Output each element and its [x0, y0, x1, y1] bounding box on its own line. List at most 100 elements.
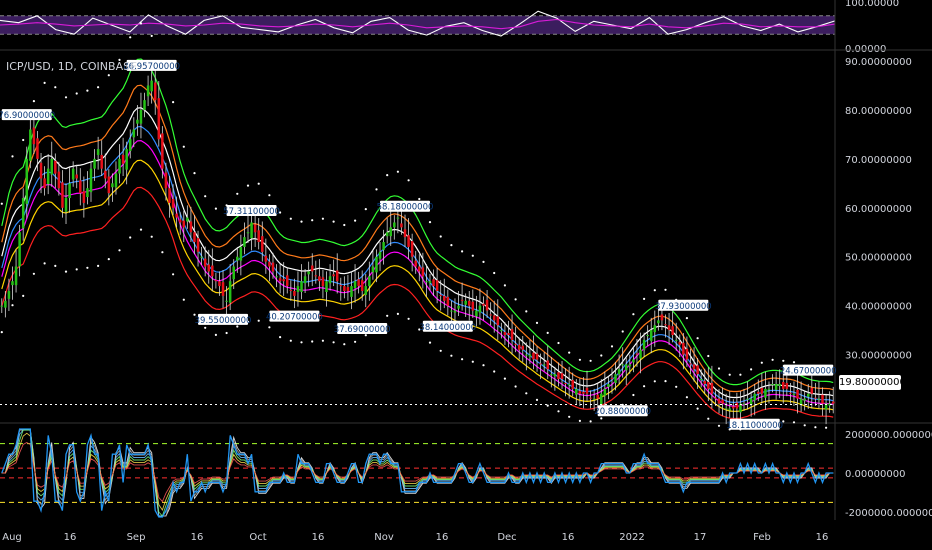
- candle-body: [289, 290, 293, 292]
- candle-body: [553, 374, 557, 377]
- candle-body: [200, 256, 203, 258]
- envelope-dot: [707, 417, 710, 420]
- envelope-dot: [600, 417, 603, 420]
- candle-body: [243, 237, 246, 247]
- candle-body: [525, 354, 528, 356]
- candle-body: [621, 364, 624, 366]
- candle-body: [293, 290, 296, 296]
- candle-body: [350, 286, 353, 297]
- candle-body: [789, 392, 792, 394]
- envelope-dot: [610, 345, 614, 348]
- candle-body: [396, 217, 400, 219]
- candle-body: [550, 374, 553, 376]
- candle-body: [186, 217, 189, 222]
- candle-body: [821, 394, 824, 404]
- envelope-dot: [653, 289, 656, 292]
- candle-body: [571, 380, 574, 389]
- candle-body: [635, 353, 639, 355]
- envelope-dot: [396, 312, 399, 315]
- x-tick-label: 2022: [619, 532, 644, 543]
- envelope-dot: [289, 339, 292, 342]
- envelope-dot: [386, 314, 389, 317]
- candle-body: [264, 255, 268, 262]
- candle-body: [104, 170, 107, 179]
- envelope-dot: [75, 92, 78, 95]
- candle-body: [435, 280, 439, 291]
- envelope-dot: [578, 419, 582, 422]
- candle-body: [792, 393, 796, 395]
- envelope-dot: [439, 235, 442, 238]
- candle-body: [318, 276, 321, 282]
- price-callout-label: 18.11000000: [726, 421, 783, 431]
- candle-body: [514, 343, 517, 345]
- candle-body: [296, 286, 300, 292]
- envelope-dot: [621, 330, 624, 333]
- candle-body: [339, 285, 343, 287]
- candle-body: [746, 398, 749, 400]
- candle-body: [125, 149, 128, 170]
- candle-body: [36, 138, 39, 159]
- candle-body: [632, 359, 635, 363]
- candle-body: [496, 316, 500, 326]
- x-tick-label: Sep: [127, 532, 146, 543]
- envelope-dot: [771, 358, 774, 361]
- candle-body: [325, 281, 328, 292]
- candle-body: [464, 300, 467, 305]
- candle-body: [335, 270, 339, 282]
- candle-body: [589, 397, 592, 399]
- envelope-dot: [214, 207, 217, 210]
- candle-body: [203, 258, 207, 267]
- candle-body: [32, 127, 36, 145]
- candle-body: [114, 173, 118, 188]
- osc-tick-label: -2000000.00000000: [845, 508, 932, 519]
- envelope-dot: [139, 228, 143, 231]
- candle-body: [439, 294, 442, 296]
- envelope-dot: [471, 254, 474, 257]
- candle-body: [221, 282, 225, 296]
- envelope-dot: [150, 34, 153, 38]
- candle-body: [107, 176, 111, 194]
- envelope-dot: [364, 208, 367, 211]
- envelope-dot: [782, 359, 785, 362]
- candle-body: [239, 246, 243, 261]
- candle-body: [132, 129, 136, 138]
- candle-body: [492, 315, 496, 321]
- candle-body: [61, 182, 64, 208]
- candle-body: [54, 160, 57, 174]
- candle-body: [275, 276, 278, 278]
- envelope-dot: [257, 319, 260, 322]
- envelope-dot: [64, 270, 68, 273]
- candle-body: [692, 364, 696, 370]
- envelope-dot: [182, 145, 185, 148]
- candle-body: [699, 379, 703, 381]
- envelope-dot: [546, 331, 549, 334]
- candle-body: [817, 398, 821, 400]
- envelope-dot: [728, 373, 731, 376]
- candle-body: [118, 158, 121, 174]
- candle-body: [360, 280, 364, 291]
- envelope-dot: [289, 217, 292, 220]
- candle-body: [164, 172, 168, 189]
- candle-body: [649, 330, 653, 341]
- candle-body: [682, 342, 685, 355]
- candle-body: [225, 300, 228, 302]
- candle-body: [278, 278, 282, 282]
- chart-canvas[interactable]: 100.000000.0000090.0000000080.0000000070…: [0, 0, 932, 550]
- candle-body: [717, 398, 721, 404]
- candle-body: [236, 256, 239, 261]
- envelope-dot: [407, 179, 410, 182]
- candle-body: [521, 345, 525, 350]
- candle-body: [728, 408, 731, 411]
- candle-body: [443, 295, 446, 301]
- candle-body: [300, 281, 303, 292]
- candle-body: [592, 398, 596, 400]
- candle-body: [410, 241, 414, 257]
- envelope-dot: [396, 170, 399, 173]
- candle-body: [653, 325, 657, 333]
- candle-body: [346, 287, 350, 291]
- envelope-dot: [332, 341, 335, 344]
- candle-body: [749, 398, 753, 405]
- candle-body: [614, 374, 617, 383]
- candle-body: [29, 129, 32, 161]
- osc-tick-label: 2000000.00000000: [845, 430, 932, 441]
